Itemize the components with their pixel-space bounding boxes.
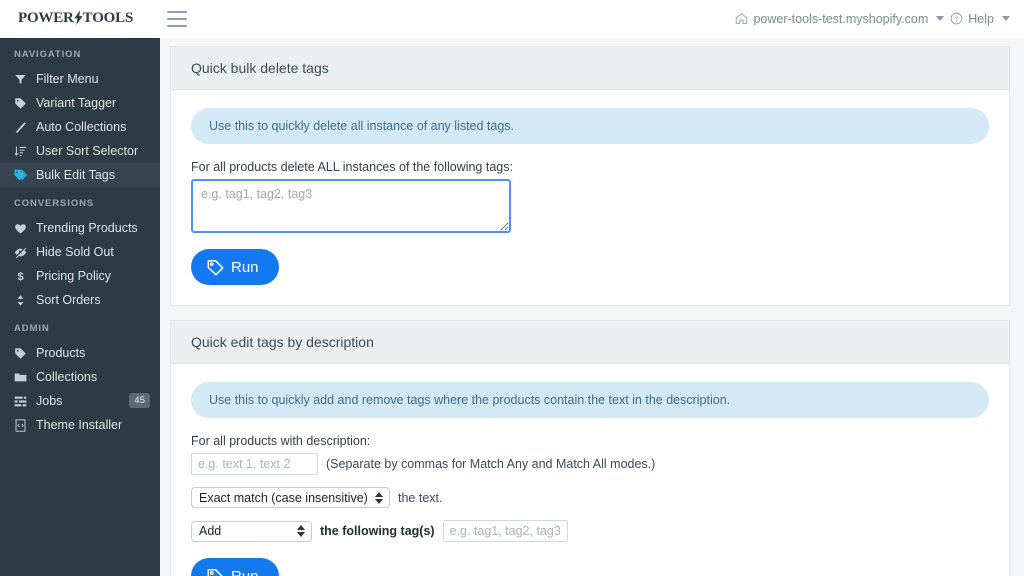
sidebar-item-label: Hide Sold Out (36, 245, 114, 259)
sidebar-item-label: Bulk Edit Tags (36, 168, 115, 182)
sidebar-item-auto-collections[interactable]: Auto Collections (0, 115, 160, 139)
folder-icon (14, 371, 36, 384)
sidebar-item-user-sort-selector[interactable]: User Sort Selector (0, 139, 160, 163)
wand-icon (14, 121, 36, 134)
chevron-down-icon (936, 16, 945, 21)
tag-icon (14, 347, 36, 360)
home-icon (735, 12, 748, 25)
tag-action-value: Add (199, 524, 222, 538)
run-bulk-delete-button[interactable]: Run (191, 249, 279, 285)
sidebar-item-label: User Sort Selector (36, 144, 139, 158)
sidebar-item-label: Products (36, 346, 86, 360)
sidebar-item-pricing-policy[interactable]: $ Pricing Policy (0, 264, 160, 288)
sidebar-item-variant-tagger[interactable]: Variant Tagger (0, 91, 160, 115)
tag-icon (207, 568, 224, 576)
funnel-icon (14, 73, 36, 86)
eye-slash-icon (14, 246, 36, 259)
top-bar-right: power-tools-test.myshopify.com ? Help (735, 12, 1024, 26)
match-mode-value: Exact match (case insensitive) (199, 490, 368, 505)
list-icon (14, 395, 36, 408)
sidebar-item-label: Jobs (36, 394, 63, 408)
description-hint: (Separate by commas for Match Any and Ma… (326, 457, 656, 471)
action-row: Add the following tag(s) (191, 520, 989, 542)
sidebar-section-title: NAVIGATION (14, 49, 82, 60)
tag-action-select[interactable]: Add (191, 520, 312, 542)
bolt-icon (74, 9, 83, 30)
store-name: power-tools-test.myshopify.com (753, 11, 929, 26)
tags-icon (14, 168, 36, 182)
sidebar-item-hide-sold-out[interactable]: Hide Sold Out (0, 240, 160, 264)
sidebar-section-title: CONVERSIONS (14, 198, 95, 209)
question-circle-icon: ? (950, 12, 963, 25)
sidebar-item-sort-orders[interactable]: Sort Orders (0, 288, 160, 312)
svg-text:$: $ (17, 271, 24, 283)
run-edit-tags-button[interactable]: Run (191, 558, 279, 576)
tag-icon (207, 259, 224, 276)
description-row: (Separate by commas for Match Any and Ma… (191, 453, 989, 475)
sidebar-item-products[interactable]: Products (0, 341, 160, 365)
sidebar-item-theme-installer[interactable]: Theme Installer (0, 413, 160, 437)
dollar-icon: $ (14, 269, 36, 283)
sidebar-item-label: Auto Collections (36, 120, 127, 134)
tag-icon (14, 97, 36, 110)
hamburger-bar (167, 17, 188, 20)
sidebar-item-label: Sort Orders (36, 293, 101, 307)
description-input[interactable] (191, 453, 318, 475)
help-label: Help (968, 11, 994, 26)
sidebar: NAVIGATION Filter Menu Variant Tagger Au… (0, 38, 160, 576)
heart-icon (14, 222, 36, 235)
svg-text:?: ? (955, 16, 959, 23)
delete-tags-textarea[interactable] (191, 179, 511, 233)
card-title: Quick edit tags by description (171, 321, 1009, 364)
match-mode-suffix: the text. (398, 490, 443, 505)
logo-text-power: POWER (18, 10, 74, 26)
card-body: Use this to quickly delete all instance … (171, 90, 1009, 305)
store-selector[interactable]: power-tools-test.myshopify.com (735, 11, 945, 26)
sidebar-item-label: Variant Tagger (36, 96, 117, 110)
help-menu[interactable]: ? Help (950, 12, 1010, 26)
match-mode-row: Exact match (case insensitive) the text. (191, 487, 989, 508)
sidebar-item-label: Trending Products (36, 221, 138, 235)
sidebar-item-label: Collections (36, 370, 98, 384)
card-title: Quick bulk delete tags (171, 47, 1009, 90)
info-alert: Use this to quickly delete all instance … (191, 108, 989, 144)
app-root: POWER TOOLS power-tools-test.myshopify.co… (0, 0, 1024, 576)
logo[interactable]: POWER TOOLS (0, 9, 133, 29)
sidebar-item-trending-products[interactable]: Trending Products (0, 216, 160, 240)
updown-arrows-icon (14, 294, 36, 307)
chevron-down-icon (1002, 16, 1010, 21)
file-code-icon (14, 418, 36, 432)
sidebar-item-label: Theme Installer (36, 418, 123, 432)
logo-text: POWER TOOLS (18, 9, 133, 29)
sidebar-item-label: Pricing Policy (36, 269, 112, 283)
logo-text-tools: TOOLS (82, 10, 134, 26)
tags-input[interactable] (442, 520, 568, 542)
sidebar-item-label: Filter Menu (36, 72, 99, 86)
run-button-label: Run (231, 567, 259, 576)
card-quick-bulk-delete-tags: Quick bulk delete tags Use this to quick… (170, 46, 1010, 306)
card-body: Use this to quickly add and remove tags … (171, 364, 1009, 576)
delete-tags-label: For all products delete ALL instances of… (191, 160, 513, 174)
top-bar: POWER TOOLS power-tools-test.myshopify.co… (0, 0, 1024, 38)
hamburger-icon[interactable] (167, 10, 188, 27)
sidebar-item-jobs[interactable]: Jobs 45 (0, 389, 160, 413)
main-content: Quick bulk delete tags Use this to quick… (160, 38, 1024, 576)
hamburger-bar (167, 24, 188, 27)
info-alert: Use this to quickly add and remove tags … (191, 382, 989, 418)
stepper-arrows-icon (375, 491, 383, 504)
hamburger-bar (167, 10, 188, 13)
sort-descending-icon (14, 145, 36, 158)
stepper-arrows-icon (297, 525, 305, 537)
card-quick-edit-tags-by-description: Quick edit tags by description Use this … (170, 320, 1010, 576)
run-button-label: Run (231, 258, 259, 276)
sidebar-item-collections[interactable]: Collections (0, 365, 160, 389)
action-suffix: the following tag(s) (320, 524, 435, 538)
sidebar-item-bulk-edit-tags[interactable]: Bulk Edit Tags (0, 163, 160, 187)
jobs-badge: 45 (129, 393, 150, 408)
sidebar-section-title: ADMIN (14, 323, 50, 334)
description-label: For all products with description: (191, 434, 371, 448)
sidebar-item-filter-menu[interactable]: Filter Menu (0, 67, 160, 91)
match-mode-select[interactable]: Exact match (case insensitive) (191, 487, 390, 508)
